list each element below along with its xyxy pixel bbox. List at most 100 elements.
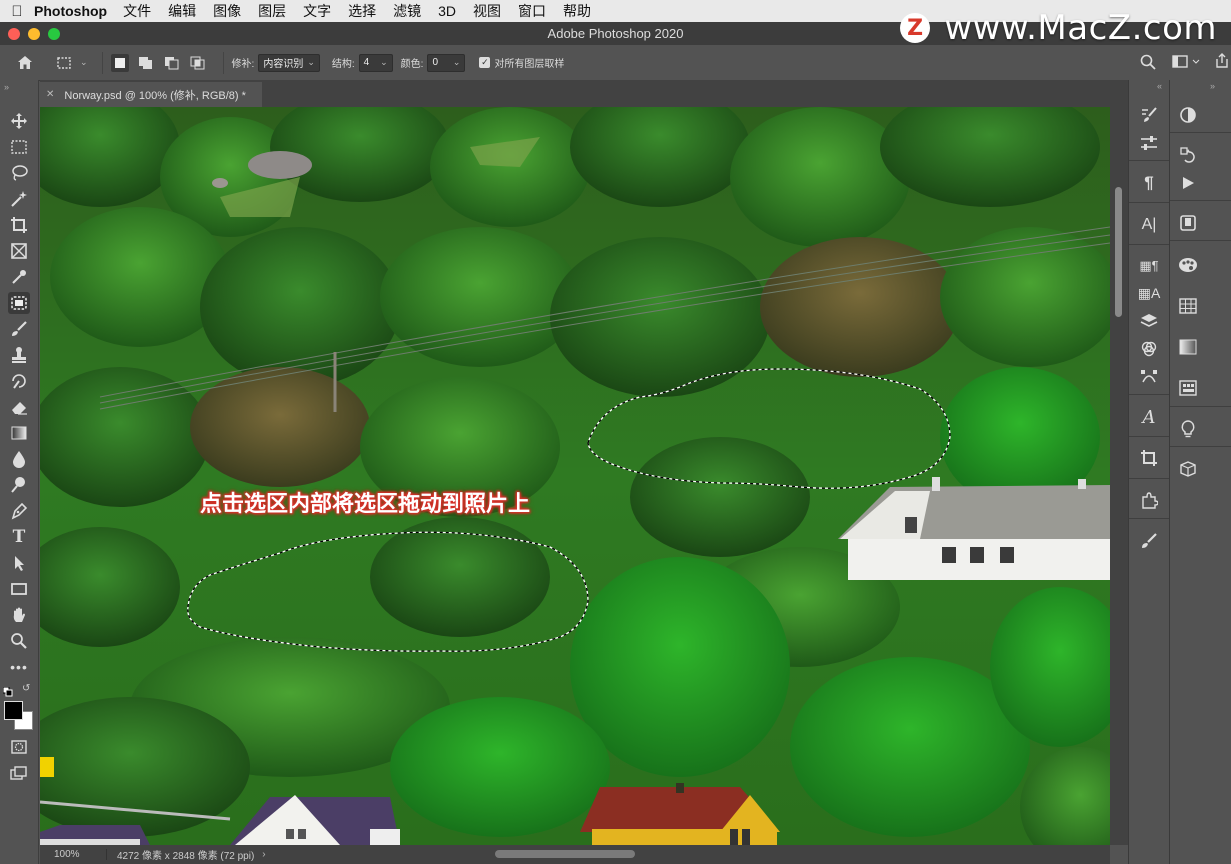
app-menu[interactable]: Photoshop xyxy=(34,3,107,19)
move-tool-icon[interactable] xyxy=(8,110,30,132)
hand-tool-icon[interactable] xyxy=(8,604,30,626)
menu-view[interactable]: 视图 xyxy=(473,1,501,21)
close-tab-icon[interactable]: ✕ xyxy=(46,89,54,100)
rock xyxy=(248,151,312,179)
document-tab[interactable]: ✕ Norway.psd @ 100% (修补, RGB/8) * xyxy=(40,82,262,107)
brush-tool-icon[interactable] xyxy=(8,318,30,340)
path-selection-tool-icon[interactable] xyxy=(8,552,30,574)
grid-patterns-icon[interactable] xyxy=(1177,295,1199,317)
menu-file[interactable]: 文件 xyxy=(123,1,151,21)
chevron-down-icon: ⌄ xyxy=(307,57,315,67)
menu-type[interactable]: 文字 xyxy=(303,1,331,21)
sample-all-layers-checkbox[interactable]: ✓ xyxy=(479,57,491,68)
close-window-button[interactable] xyxy=(8,28,20,40)
color-select[interactable]: 0 ⌄ xyxy=(427,53,466,72)
frame-tool-icon[interactable] xyxy=(8,240,30,262)
quick-mask-icon[interactable] xyxy=(8,736,30,758)
glyphs-icon[interactable]: A xyxy=(1138,406,1160,428)
zoom-window-button[interactable] xyxy=(48,28,60,40)
menu-help[interactable]: 帮助 xyxy=(563,1,591,21)
menu-image[interactable]: 图像 xyxy=(213,1,241,21)
sample-all-layers-label: 对所有图层取样 xyxy=(494,59,565,70)
rectangle-tool-icon[interactable] xyxy=(8,578,30,600)
swap-colors-icon[interactable]: ↺ xyxy=(22,683,30,694)
default-colors-icon[interactable] xyxy=(2,684,13,702)
menu-3d[interactable]: 3D xyxy=(438,3,456,19)
menu-edit[interactable]: 编辑 xyxy=(168,1,196,21)
patch-mode-value: 内容识别 xyxy=(263,59,304,70)
paragraph-styles-icon[interactable]: ▦¶ xyxy=(1138,255,1160,277)
magic-wand-tool-icon[interactable] xyxy=(8,188,30,210)
channels-icon[interactable] xyxy=(1138,338,1160,360)
paragraph-icon[interactable]: ¶ xyxy=(1138,172,1160,194)
pen-tool-icon[interactable] xyxy=(8,500,30,522)
menu-window[interactable]: 窗口 xyxy=(518,1,546,21)
document-canvas[interactable]: 点击选区内部将选区拖动到照片上 xyxy=(40,107,1110,845)
menu-select[interactable]: 选择 xyxy=(348,1,376,21)
actions-icon[interactable] xyxy=(1177,172,1199,194)
layers-icon[interactable] xyxy=(1138,310,1160,332)
vertical-scrollbar[interactable] xyxy=(1110,107,1128,845)
new-selection-button[interactable] xyxy=(110,53,129,72)
screen-mode-icon[interactable] xyxy=(8,762,30,784)
zoom-level[interactable]: 100% xyxy=(40,849,107,860)
intersect-selection-button[interactable] xyxy=(189,54,207,72)
libraries-icon[interactable] xyxy=(1177,212,1199,234)
foreground-color-swatch[interactable] xyxy=(4,701,23,720)
color-label: 颜色: xyxy=(400,59,424,70)
horizontal-scroll-thumb[interactable] xyxy=(495,850,635,858)
gradient-tool-icon[interactable] xyxy=(8,422,30,444)
blur-tool-icon[interactable] xyxy=(8,448,30,470)
more-tools-icon[interactable]: ••• xyxy=(8,656,30,678)
collapse-toolbar-icon[interactable]: » xyxy=(4,82,9,92)
adjustments-sliders-icon[interactable] xyxy=(1138,132,1160,154)
divider xyxy=(1129,244,1169,245)
apple-icon[interactable]:  xyxy=(0,3,34,20)
subtract-selection-button[interactable] xyxy=(163,54,181,72)
type-tool-icon[interactable]: T xyxy=(8,526,30,548)
history-icon[interactable] xyxy=(1177,144,1199,166)
lasso-tool-icon[interactable] xyxy=(8,162,30,184)
eyedropper-tool-icon[interactable] xyxy=(8,266,30,288)
collapse-panels-icon[interactable]: « xyxy=(1157,81,1162,91)
eraser-tool-icon[interactable] xyxy=(8,396,30,418)
brushes-icon[interactable] xyxy=(1138,530,1160,552)
clone-stamp-tool-icon[interactable] xyxy=(8,344,30,366)
gradients-icon[interactable] xyxy=(1177,336,1199,358)
crop-properties-icon[interactable] xyxy=(1138,447,1160,469)
character-styles-icon[interactable]: ▦A xyxy=(1138,282,1161,304)
patch-mode-select[interactable]: 内容识别 ⌄ xyxy=(258,53,320,72)
workspace-icon[interactable] xyxy=(1172,55,1200,72)
properties-icon[interactable] xyxy=(1177,377,1199,399)
history-brush-tool-icon[interactable] xyxy=(8,370,30,392)
vertical-scroll-thumb[interactable] xyxy=(1115,187,1122,317)
marquee-tool-icon[interactable] xyxy=(8,136,30,158)
learn-lightbulb-icon[interactable] xyxy=(1177,418,1199,440)
zoom-tool-icon[interactable] xyxy=(8,630,30,652)
menu-layer[interactable]: 图层 xyxy=(258,1,286,21)
minimize-window-button[interactable] xyxy=(28,28,40,40)
swatches-palette-icon[interactable] xyxy=(1177,254,1199,276)
patch-tool-icon[interactable] xyxy=(8,292,30,314)
collapse-panels-icon[interactable]: » xyxy=(1210,81,1215,91)
watermark-text: www.MacZ.com xyxy=(944,8,1217,48)
menu-filter[interactable]: 滤镜 xyxy=(393,1,421,21)
chevron-right-icon[interactable]: › xyxy=(262,849,265,860)
3d-icon[interactable] xyxy=(1177,458,1199,480)
preset-chevron-icon[interactable]: ⌄ xyxy=(80,57,88,68)
crop-tool-icon[interactable] xyxy=(8,214,30,236)
plugins-icon[interactable] xyxy=(1138,489,1160,511)
patch-label: 修补: xyxy=(231,59,255,70)
paths-icon[interactable] xyxy=(1138,366,1160,388)
brush-settings-icon[interactable] xyxy=(1138,104,1160,126)
document-info: 4272 像素 x 2848 像素 (72 ppi) xyxy=(117,851,255,862)
structure-select[interactable]: 4 ⌄ xyxy=(358,53,393,72)
character-icon[interactable]: A| xyxy=(1138,214,1160,236)
share-icon[interactable] xyxy=(1214,53,1230,72)
dodge-tool-icon[interactable] xyxy=(8,474,30,496)
patch-tool-preset-icon[interactable] xyxy=(56,54,74,72)
add-selection-button[interactable] xyxy=(137,54,155,72)
color-icon[interactable] xyxy=(1177,104,1199,126)
home-icon[interactable] xyxy=(16,54,34,72)
search-icon[interactable] xyxy=(1140,54,1156,73)
